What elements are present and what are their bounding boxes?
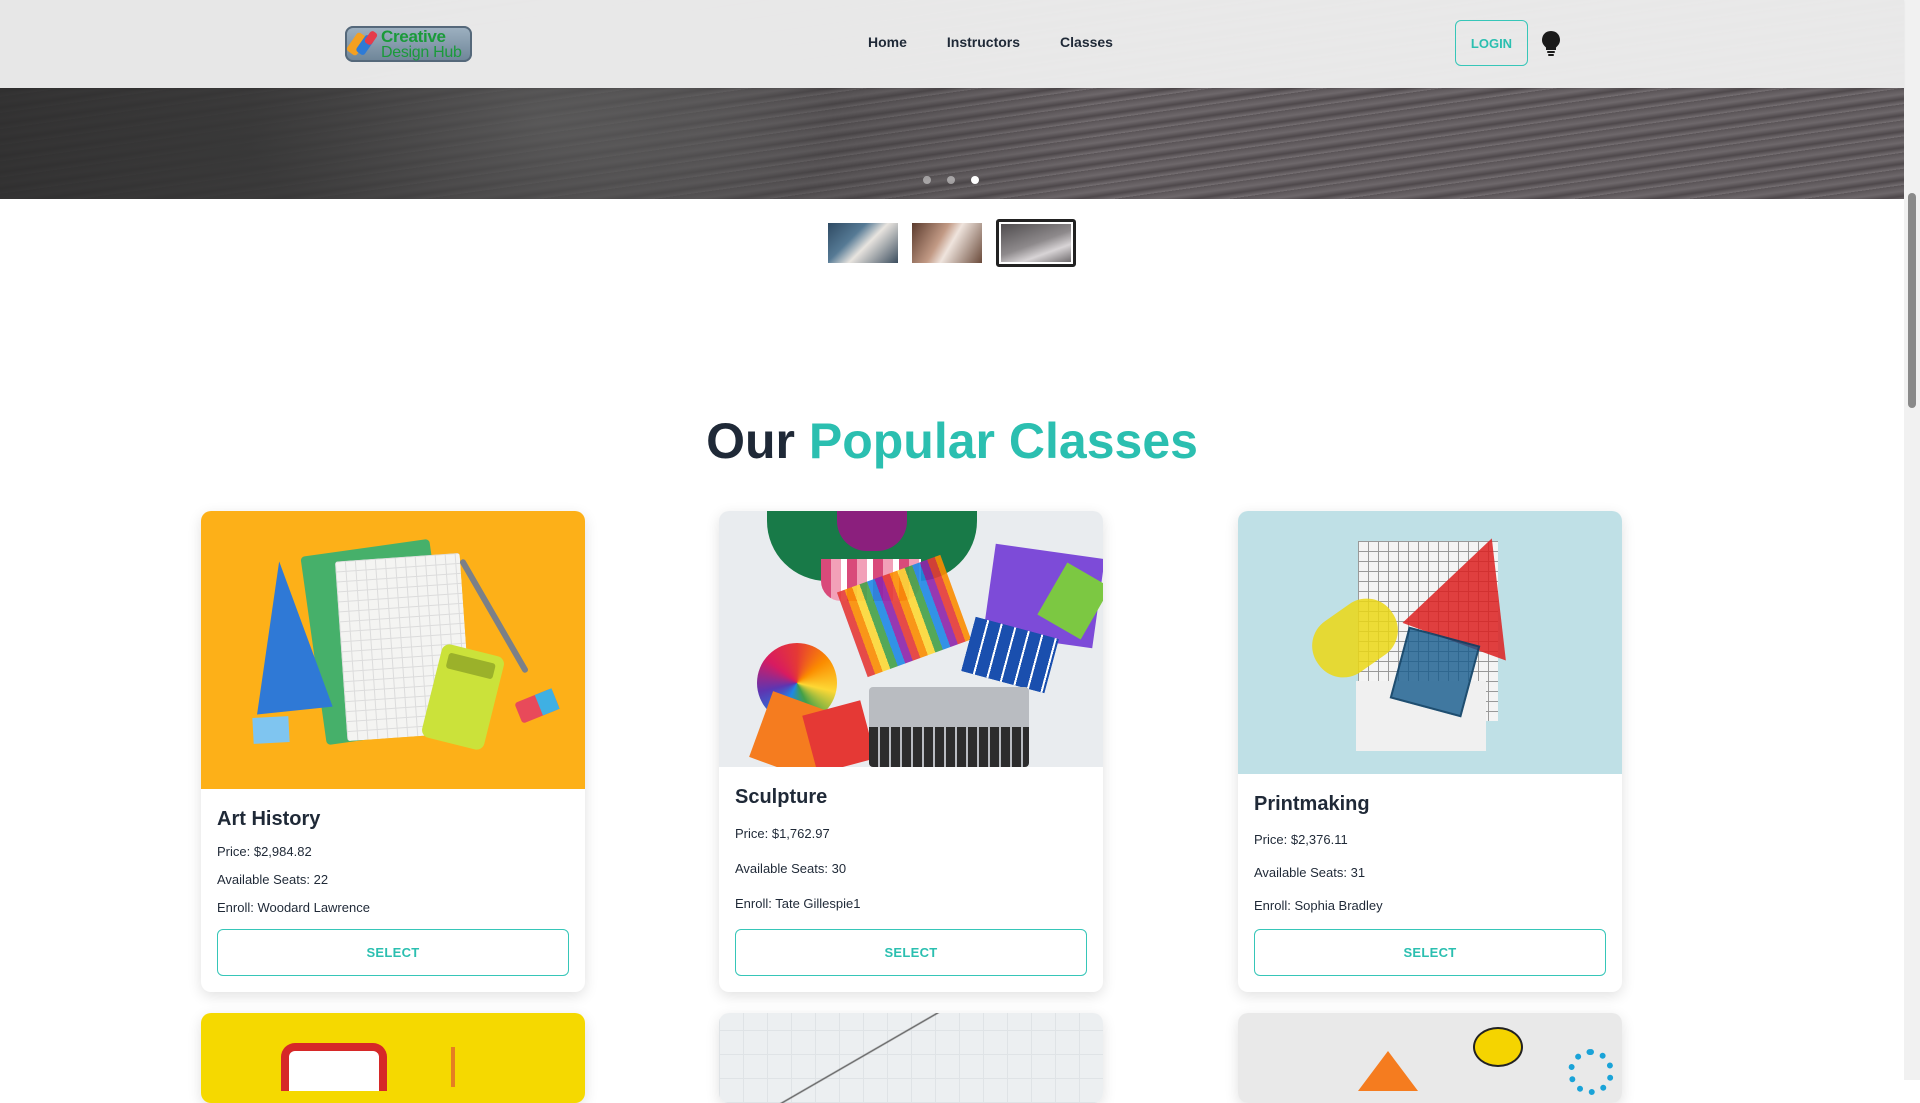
section-title-accent: Popular Classes bbox=[808, 413, 1198, 469]
thumbnail-3[interactable] bbox=[996, 219, 1076, 267]
brand-logo[interactable]: Creative Design Hub bbox=[345, 26, 472, 62]
carousel-dot-2[interactable] bbox=[947, 176, 955, 184]
scrollbar-thumb[interactable] bbox=[1908, 193, 1916, 408]
section-title-plain: Our bbox=[706, 413, 795, 469]
page-scrollbar[interactable] bbox=[1904, 0, 1920, 1080]
logo-line-1: Creative bbox=[381, 26, 446, 46]
logo-text: Creative Design Hub bbox=[381, 28, 462, 61]
class-image bbox=[1238, 1013, 1622, 1103]
class-title: Art History bbox=[217, 808, 321, 830]
carousel-dots bbox=[923, 176, 979, 184]
nav-link-instructors[interactable]: Instructors bbox=[947, 34, 1020, 50]
class-seats: Available Seats: 22 bbox=[217, 872, 329, 887]
logo-line-2: Design Hub bbox=[381, 43, 462, 61]
class-image bbox=[201, 511, 585, 789]
class-price: Price: $1,762.97 bbox=[735, 826, 830, 841]
class-image bbox=[1238, 511, 1622, 774]
class-card bbox=[201, 1013, 585, 1103]
nav-links: Home Instructors Classes bbox=[868, 34, 1113, 50]
class-price: Price: $2,376.11 bbox=[1254, 832, 1348, 847]
lightbulb-icon[interactable] bbox=[1540, 30, 1562, 56]
carousel-dot-3[interactable] bbox=[971, 176, 979, 184]
thumbnail-2[interactable] bbox=[912, 223, 982, 263]
select-button[interactable]: SELECT bbox=[1254, 929, 1606, 976]
class-image bbox=[719, 511, 1103, 767]
login-button[interactable]: LOGIN bbox=[1455, 20, 1528, 66]
navbar: Creative Design Hub Home Instructors Cla… bbox=[0, 0, 1904, 88]
class-card bbox=[1238, 1013, 1622, 1103]
class-enroll: Enroll: Tate Gillespie1 bbox=[735, 896, 861, 911]
nav-link-classes[interactable]: Classes bbox=[1060, 34, 1113, 50]
nav-link-home[interactable]: Home bbox=[868, 34, 907, 50]
class-card: Sculpture Price: $1,762.97 Available Sea… bbox=[719, 511, 1103, 992]
class-seats: Available Seats: 31 bbox=[1254, 865, 1366, 880]
class-price: Price: $2,984.82 bbox=[217, 844, 312, 859]
select-button[interactable]: SELECT bbox=[735, 929, 1087, 976]
thumbnail-1[interactable] bbox=[828, 223, 898, 263]
class-card bbox=[719, 1013, 1103, 1103]
carousel-dot-1[interactable] bbox=[923, 176, 931, 184]
class-title: Sculpture bbox=[735, 786, 828, 808]
class-image bbox=[719, 1013, 1103, 1103]
class-seats: Available Seats: 30 bbox=[735, 861, 847, 876]
logo-mark-icon bbox=[345, 29, 379, 59]
class-enroll: Enroll: Woodard Lawrence bbox=[217, 900, 370, 915]
class-enroll: Enroll: Sophia Bradley bbox=[1254, 898, 1383, 913]
carousel-thumbnails bbox=[828, 219, 1076, 267]
section-title: Our Popular Classes bbox=[0, 412, 1904, 470]
class-card: Art History Price: $2,984.82 Available S… bbox=[201, 511, 585, 992]
class-image bbox=[201, 1013, 585, 1103]
select-button[interactable]: SELECT bbox=[217, 929, 569, 976]
class-card: Printmaking Price: $2,376.11 Available S… bbox=[1238, 511, 1622, 992]
class-title: Printmaking bbox=[1254, 793, 1370, 815]
